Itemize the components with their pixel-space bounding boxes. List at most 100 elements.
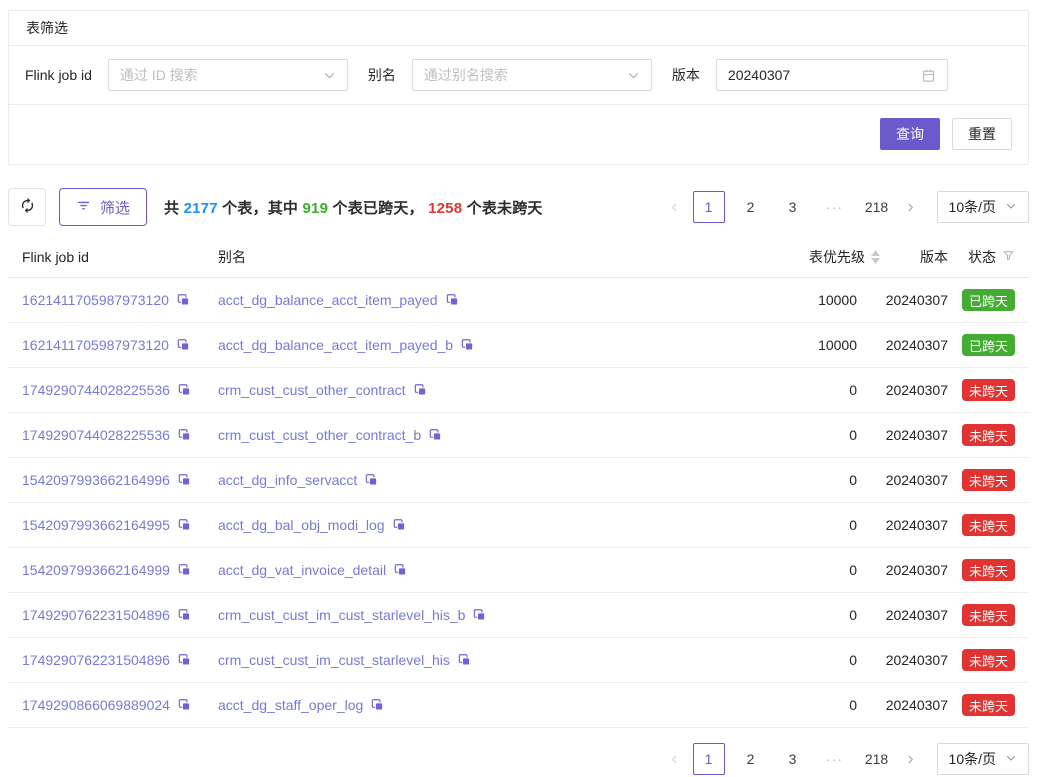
version-date-input[interactable]: 20240307 bbox=[716, 59, 948, 91]
jobid-link[interactable]: 1749290744028225536 bbox=[22, 382, 170, 398]
alias-link[interactable]: acct_dg_bal_obj_modi_log bbox=[218, 517, 385, 533]
col-header-priority[interactable]: 表优先级 bbox=[697, 247, 880, 267]
page-ellipsis: ··· bbox=[819, 743, 851, 775]
table-row: 1749290762231504896 crm_cust_cust_im_cus… bbox=[8, 593, 1029, 638]
jobid-cell: 1542097993662164996 bbox=[22, 472, 218, 488]
copy-icon[interactable] bbox=[177, 563, 191, 577]
page-number[interactable]: 218 bbox=[861, 743, 893, 775]
refresh-button[interactable] bbox=[8, 188, 46, 226]
page-size-select[interactable]: 10条/页 bbox=[937, 743, 1029, 775]
data-table: Flink job id 别名 表优先级 版本 状态 1621411705987… bbox=[8, 237, 1029, 728]
jobid-link[interactable]: 1542097993662164996 bbox=[22, 472, 170, 488]
status-badge: 已跨天 bbox=[962, 289, 1015, 311]
copy-icon[interactable] bbox=[177, 383, 191, 397]
page-number[interactable]: 2 bbox=[735, 191, 767, 223]
copy-icon[interactable] bbox=[177, 653, 191, 667]
alias-link[interactable]: acct_dg_staff_oper_log bbox=[218, 697, 363, 713]
next-page-button[interactable] bbox=[898, 191, 924, 223]
jobid-cell: 1749290762231504896 bbox=[22, 652, 218, 668]
copy-icon[interactable] bbox=[370, 698, 384, 712]
filter-card: 表筛选 Flink job id 通过 ID 搜索 别名 通过别名搜索 版本 2… bbox=[8, 10, 1029, 165]
page-number[interactable]: 1 bbox=[693, 743, 725, 775]
next-page-button[interactable] bbox=[898, 743, 924, 775]
pagination: 123 ··· 218 10条/页 bbox=[662, 191, 1029, 223]
jobid-link[interactable]: 1621411705987973120 bbox=[22, 292, 169, 308]
summary-uncrossed: 1258 bbox=[428, 200, 462, 217]
filter-funnel-icon[interactable] bbox=[1002, 249, 1015, 265]
copy-icon[interactable] bbox=[472, 608, 486, 622]
prev-page-button[interactable] bbox=[662, 743, 688, 775]
jobid-link[interactable]: 1621411705987973120 bbox=[22, 337, 169, 353]
alias-link[interactable]: acct_dg_balance_acct_item_payed_b bbox=[218, 337, 453, 353]
copy-icon[interactable] bbox=[176, 293, 190, 307]
table-row: 1621411705987973120 acct_dg_balance_acct… bbox=[8, 278, 1029, 323]
jobid-select-placeholder: 通过 ID 搜索 bbox=[120, 65, 198, 85]
table-row: 1542097993662164996 acct_dg_info_servacc… bbox=[8, 458, 1029, 503]
page-number[interactable]: 2 bbox=[735, 743, 767, 775]
jobid-label: Flink job id bbox=[25, 67, 92, 83]
alias-cell: acct_dg_info_servacct bbox=[218, 472, 697, 488]
jobid-link[interactable]: 1542097993662164995 bbox=[22, 517, 170, 533]
page-ellipsis: ··· bbox=[819, 191, 851, 223]
priority-cell: 0 bbox=[697, 697, 880, 713]
reset-button[interactable]: 重置 bbox=[952, 118, 1012, 150]
page-size-select[interactable]: 10条/页 bbox=[937, 191, 1029, 223]
col-header-status[interactable]: 状态 bbox=[953, 247, 1015, 267]
priority-cell: 0 bbox=[697, 382, 880, 398]
copy-icon[interactable] bbox=[177, 473, 191, 487]
copy-icon[interactable] bbox=[176, 338, 190, 352]
alias-cell: acct_dg_staff_oper_log bbox=[218, 697, 697, 713]
jobid-link[interactable]: 1542097993662164999 bbox=[22, 562, 170, 578]
jobid-link[interactable]: 1749290866069889024 bbox=[22, 697, 170, 713]
jobid-link[interactable]: 1749290762231504896 bbox=[22, 652, 170, 668]
alias-link[interactable]: crm_cust_cust_other_contract bbox=[218, 382, 406, 398]
alias-select[interactable]: 通过别名搜索 bbox=[412, 59, 652, 91]
chevron-down-icon bbox=[1005, 199, 1017, 215]
page-number[interactable]: 218 bbox=[861, 191, 893, 223]
page-number[interactable]: 1 bbox=[693, 191, 725, 223]
version-cell: 20240307 bbox=[880, 472, 953, 488]
sort-icon[interactable] bbox=[871, 250, 880, 264]
summary-text: 个表未跨天 bbox=[462, 200, 542, 217]
copy-icon[interactable] bbox=[393, 563, 407, 577]
jobid-cell: 1749290762231504896 bbox=[22, 607, 218, 623]
copy-icon[interactable] bbox=[428, 428, 442, 442]
alias-link[interactable]: crm_cust_cust_im_cust_starlevel_his_b bbox=[218, 607, 465, 623]
copy-icon[interactable] bbox=[457, 653, 471, 667]
alias-select-placeholder: 通过别名搜索 bbox=[424, 65, 508, 85]
priority-cell: 0 bbox=[697, 427, 880, 443]
status-badge: 已跨天 bbox=[962, 334, 1015, 356]
chevron-down-icon bbox=[627, 69, 640, 82]
alias-link[interactable]: acct_dg_balance_acct_item_payed bbox=[218, 292, 438, 308]
copy-icon[interactable] bbox=[392, 518, 406, 532]
version-cell: 20240307 bbox=[880, 652, 953, 668]
page-number[interactable]: 3 bbox=[777, 743, 809, 775]
copy-icon[interactable] bbox=[177, 428, 191, 442]
status-badge: 未跨天 bbox=[962, 514, 1015, 536]
copy-icon[interactable] bbox=[445, 293, 459, 307]
jobid-select[interactable]: 通过 ID 搜索 bbox=[108, 59, 348, 91]
jobid-link[interactable]: 1749290762231504896 bbox=[22, 607, 170, 623]
copy-icon[interactable] bbox=[177, 698, 191, 712]
copy-icon[interactable] bbox=[177, 608, 191, 622]
alias-link[interactable]: crm_cust_cust_other_contract_b bbox=[218, 427, 421, 443]
alias-cell: crm_cust_cust_other_contract_b bbox=[218, 427, 697, 443]
status-cell: 未跨天 bbox=[953, 694, 1015, 716]
alias-link[interactable]: acct_dg_vat_invoice_detail bbox=[218, 562, 386, 578]
copy-icon[interactable] bbox=[177, 518, 191, 532]
prev-page-button[interactable] bbox=[662, 191, 688, 223]
copy-icon[interactable] bbox=[413, 383, 427, 397]
copy-icon[interactable] bbox=[364, 473, 378, 487]
filter-toggle-button[interactable]: 筛选 bbox=[59, 188, 147, 226]
table-summary: 共 2177 个表，其中 919 个表已跨天， 1258 个表未跨天 bbox=[164, 197, 543, 218]
alias-link[interactable]: crm_cust_cust_im_cust_starlevel_his bbox=[218, 652, 450, 668]
copy-icon[interactable] bbox=[460, 338, 474, 352]
alias-link[interactable]: acct_dg_info_servacct bbox=[218, 472, 357, 488]
query-button[interactable]: 查询 bbox=[880, 118, 940, 150]
table-row: 1749290744028225536 crm_cust_cust_other_… bbox=[8, 413, 1029, 458]
jobid-link[interactable]: 1749290744028225536 bbox=[22, 427, 170, 443]
page-number[interactable]: 3 bbox=[777, 191, 809, 223]
status-cell: 未跨天 bbox=[953, 514, 1015, 536]
version-cell: 20240307 bbox=[880, 382, 953, 398]
status-badge: 未跨天 bbox=[962, 694, 1015, 716]
